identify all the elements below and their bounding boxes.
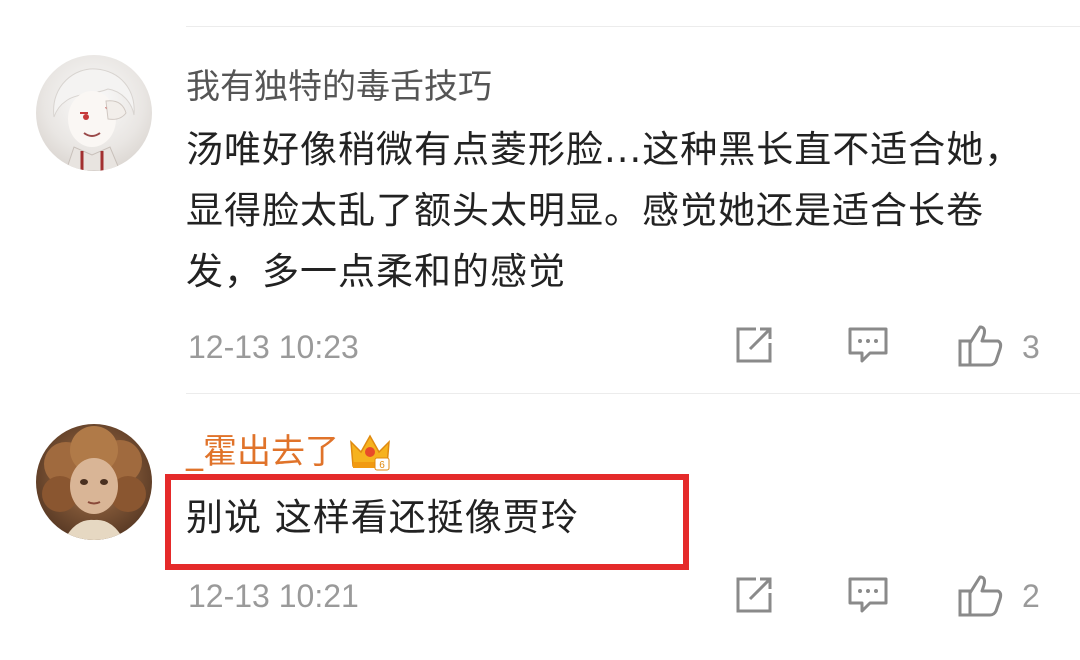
- repost-icon: [736, 327, 772, 363]
- svg-text:6: 6: [379, 460, 385, 471]
- like-count: 3: [1022, 329, 1040, 365]
- crown-vip-badge-icon: 6: [349, 432, 391, 472]
- like-button[interactable]: [958, 573, 1003, 617]
- reply-button[interactable]: [846, 573, 890, 617]
- comment-text: 别说 这样看还挺像贾玲: [186, 496, 579, 539]
- thumbs-up-icon: [958, 575, 1003, 617]
- username[interactable]: _霍出去了 6: [186, 432, 391, 472]
- username-label: _霍出去了: [186, 432, 339, 472]
- like-button[interactable]: [958, 323, 1003, 367]
- repost-button[interactable]: [732, 323, 776, 367]
- reply-button[interactable]: [846, 323, 890, 367]
- like-count: 2: [1022, 578, 1040, 614]
- reply-icon: [848, 327, 888, 363]
- avatar[interactable]: [36, 55, 152, 171]
- repost-button[interactable]: [732, 573, 776, 617]
- username[interactable]: 我有独特的毒舌技巧: [186, 67, 492, 107]
- comment-text: 汤唯好像稍微有点菱形脸...这种黑长直不适合她，显得脸太乱了额头太明显。感觉她还…: [186, 128, 1023, 293]
- avatar[interactable]: [36, 424, 152, 540]
- timestamp: 12-13 10:23: [188, 329, 359, 365]
- timestamp: 12-13 10:21: [188, 578, 359, 614]
- repost-icon: [736, 577, 772, 613]
- reply-icon: [848, 577, 888, 613]
- thumbs-up-icon: [958, 325, 1003, 367]
- comment-item: _霍出去了 6 别说 这样看还挺像贾玲 12-13 10:21 2: [0, 394, 1080, 660]
- comment-item: 我有独特的毒舌技巧 汤唯好像稍微有点菱形脸...这种黑长直不适合她，显得脸太乱了…: [0, 27, 1080, 393]
